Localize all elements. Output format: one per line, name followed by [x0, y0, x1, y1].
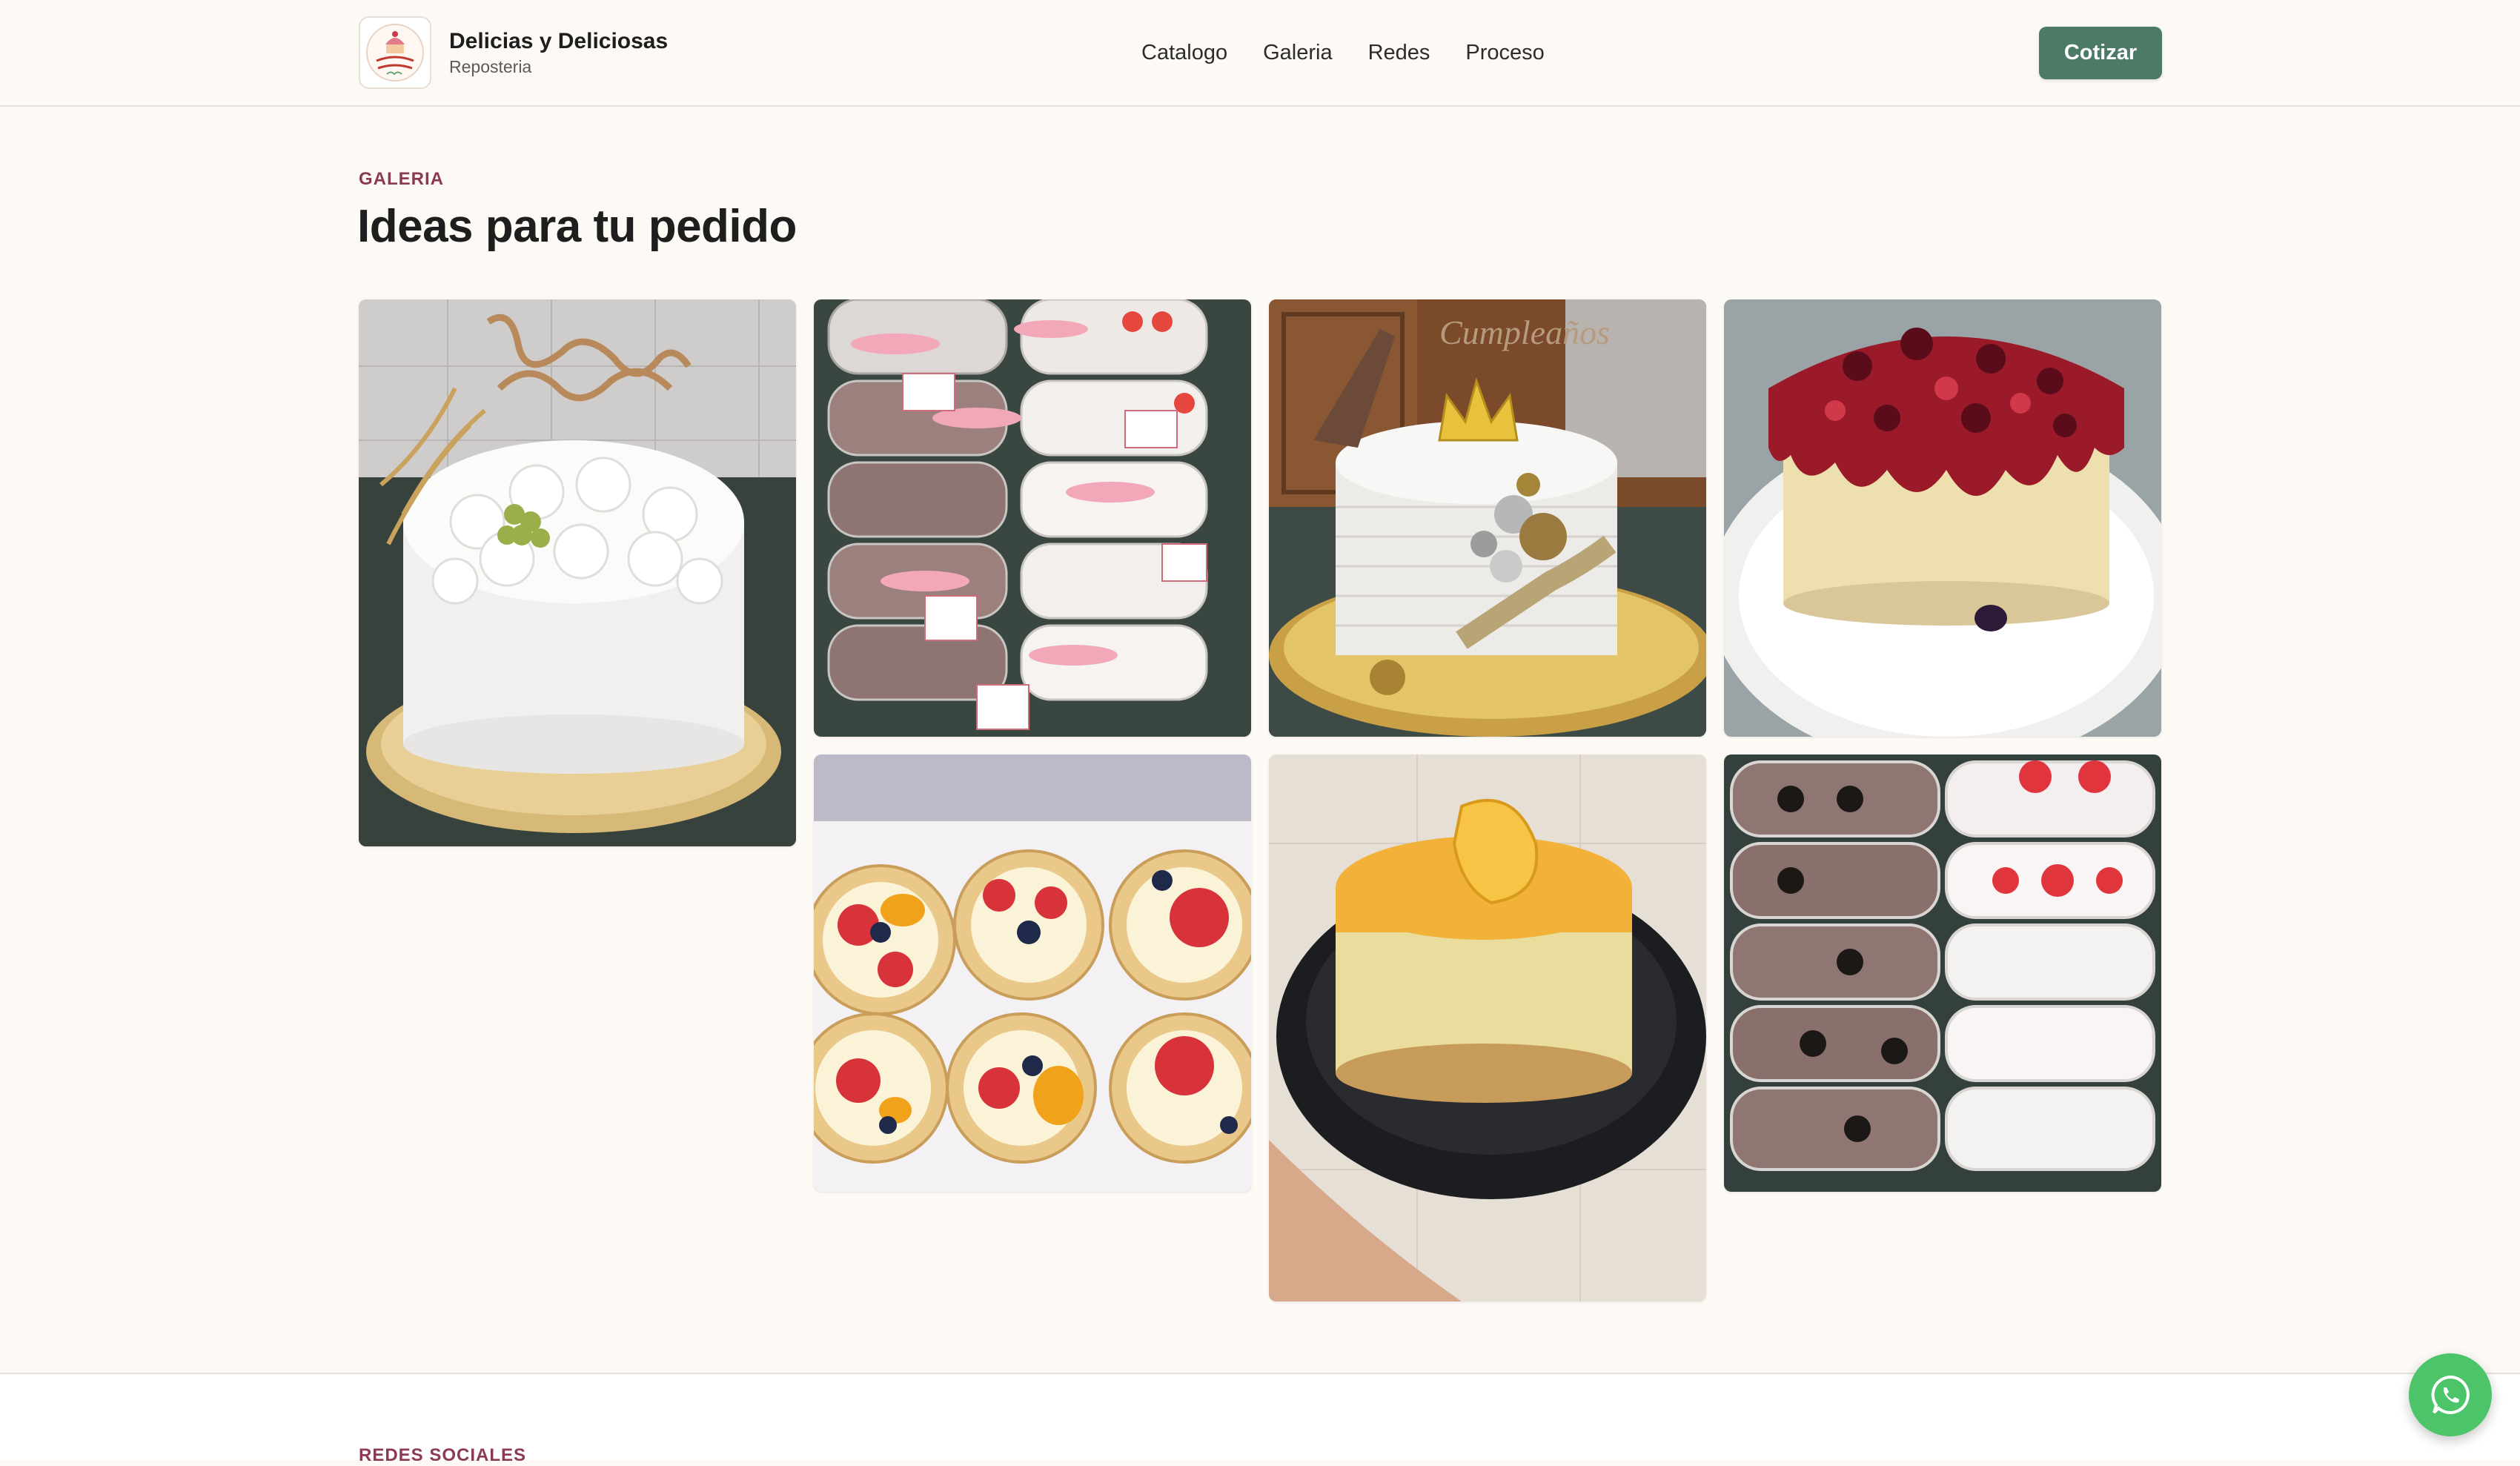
fruit-tarts-photo	[814, 754, 1251, 1192]
gallery-image-dessert-cups[interactable]	[814, 299, 1251, 737]
gallery-image-berry-cheesecake[interactable]	[1724, 299, 2161, 737]
section-eyebrow: GALERIA	[359, 169, 444, 189]
gallery-image-chocolate-cups[interactable]	[1724, 754, 2161, 1192]
rose-cake-photo	[359, 299, 796, 846]
cotizar-button[interactable]: Cotizar	[2039, 27, 2162, 79]
main-nav: Catalogo Galeria Redes Proceso	[1141, 37, 1545, 68]
birthday-topper-text: Cumpleaños	[1439, 314, 1610, 351]
gallery-image-fruit-tarts[interactable]	[814, 754, 1251, 1192]
birthday-cake-photo: Cumpleaños	[1269, 299, 1706, 737]
brand-name: Delicias y Deliciosas	[449, 29, 669, 53]
brand-logo[interactable]	[359, 16, 431, 89]
cupcake-logo-icon	[366, 24, 424, 82]
site-header: Delicias y Deliciosas Reposteria Catalog…	[0, 0, 2520, 107]
whatsapp-button[interactable]	[2409, 1353, 2492, 1436]
dessert-cups-photo	[814, 299, 1251, 737]
social-section-eyebrow: REDES SOCIALES	[359, 1445, 527, 1465]
gallery-image-birthday-cake[interactable]: Cumpleaños	[1269, 299, 1706, 737]
brand-subtitle: Reposteria	[449, 57, 532, 76]
section-title: Ideas para tu pedido	[357, 201, 797, 252]
nav-catalogo[interactable]: Catalogo	[1141, 37, 1227, 68]
mango-cheesecake-photo	[1269, 754, 1706, 1301]
gallery-image-rose-cake[interactable]	[359, 299, 796, 846]
nav-redes[interactable]: Redes	[1368, 37, 1430, 68]
nav-proceso[interactable]: Proceso	[1465, 37, 1544, 68]
whatsapp-icon	[2431, 1375, 2470, 1414]
chocolate-cups-photo	[1724, 754, 2161, 1192]
nav-galeria[interactable]: Galeria	[1263, 37, 1333, 68]
berry-cheesecake-photo	[1724, 299, 2161, 737]
gallery-image-mango-cheesecake[interactable]	[1269, 754, 1706, 1301]
brand[interactable]: Delicias y Deliciosas Reposteria	[359, 16, 668, 89]
